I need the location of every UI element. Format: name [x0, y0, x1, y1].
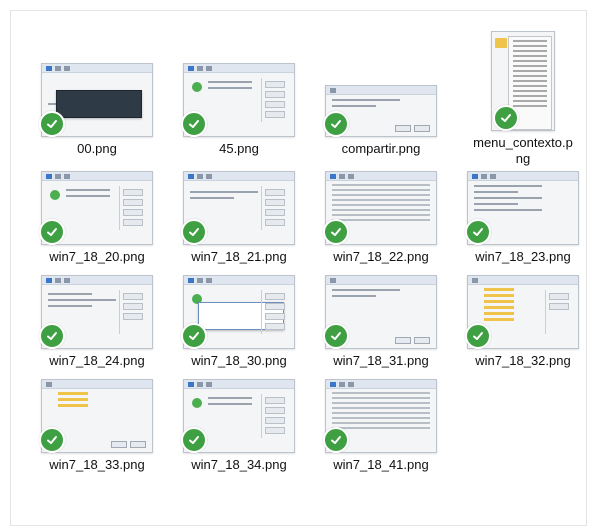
- sync-check-icon: [39, 111, 65, 137]
- thumbnail-area: [27, 57, 167, 137]
- file-name: compartir.png: [341, 141, 421, 156]
- file-name: win7_18_23.png: [475, 249, 571, 264]
- thumbnail-area: [169, 57, 309, 137]
- file-name: 45.png: [219, 141, 259, 156]
- sync-check-icon: [465, 219, 491, 245]
- file-item[interactable]: win7_18_30.png: [169, 269, 309, 373]
- file-item[interactable]: win7_18_21.png: [169, 165, 309, 269]
- file-item[interactable]: menu_contexto.p ng: [453, 17, 593, 167]
- file-item[interactable]: 00.png: [27, 57, 167, 161]
- sync-check-icon: [323, 323, 349, 349]
- file-name: win7_18_21.png: [191, 249, 287, 264]
- sync-check-icon: [39, 427, 65, 453]
- file-item[interactable]: win7_18_34.png: [169, 373, 309, 477]
- file-item[interactable]: 45.png: [169, 57, 309, 161]
- file-name: win7_18_41.png: [333, 457, 429, 472]
- sync-check-icon: [181, 219, 207, 245]
- thumbnail-area: [311, 269, 451, 349]
- file-item[interactable]: compartir.png: [311, 57, 451, 161]
- thumbnail-area: [453, 165, 593, 245]
- sync-check-icon: [323, 111, 349, 137]
- file-name: win7_18_34.png: [191, 457, 287, 472]
- file-item[interactable]: win7_18_41.png: [311, 373, 451, 477]
- file-item[interactable]: win7_18_22.png: [311, 165, 451, 269]
- file-item[interactable]: win7_18_20.png: [27, 165, 167, 269]
- thumbnail-area: [27, 373, 167, 453]
- thumbnail-area: [311, 57, 451, 137]
- thumbnail-area: [453, 17, 593, 131]
- folder-icon: [495, 38, 507, 48]
- thumbnail-area: [27, 165, 167, 245]
- sync-check-icon: [39, 219, 65, 245]
- file-name: win7_18_31.png: [333, 353, 429, 368]
- sync-check-icon: [39, 323, 65, 349]
- file-view-pane: 00.png 45.png compartir.png menu_context…: [10, 10, 587, 526]
- file-name: win7_18_32.png: [475, 353, 571, 368]
- sync-check-icon: [465, 323, 491, 349]
- file-name: win7_18_20.png: [49, 249, 145, 264]
- thumbnail-area: [27, 269, 167, 349]
- file-item[interactable]: win7_18_31.png: [311, 269, 451, 373]
- thumbnail-area: [453, 269, 593, 349]
- sync-check-icon: [323, 219, 349, 245]
- file-name: win7_18_33.png: [49, 457, 145, 472]
- file-item[interactable]: win7_18_23.png: [453, 165, 593, 269]
- thumbnail-area: [169, 269, 309, 349]
- file-name-line-1: menu_contexto.p: [473, 135, 573, 150]
- sync-check-icon: [493, 105, 519, 131]
- file-name: win7_18_30.png: [191, 353, 287, 368]
- file-item[interactable]: win7_18_32.png: [453, 269, 593, 373]
- file-item[interactable]: win7_18_24.png: [27, 269, 167, 373]
- thumbnail-area: [169, 165, 309, 245]
- file-item[interactable]: win7_18_33.png: [27, 373, 167, 477]
- sync-check-icon: [181, 323, 207, 349]
- sync-check-icon: [181, 427, 207, 453]
- thumbnail-area: [311, 373, 451, 453]
- thumbnail-area: [169, 373, 309, 453]
- thumbnail-area: [311, 165, 451, 245]
- sync-check-icon: [181, 111, 207, 137]
- file-name: win7_18_24.png: [49, 353, 145, 368]
- file-name: 00.png: [77, 141, 117, 156]
- file-name: win7_18_22.png: [333, 249, 429, 264]
- sync-check-icon: [323, 427, 349, 453]
- file-icon-grid: 00.png 45.png compartir.png menu_context…: [27, 17, 589, 517]
